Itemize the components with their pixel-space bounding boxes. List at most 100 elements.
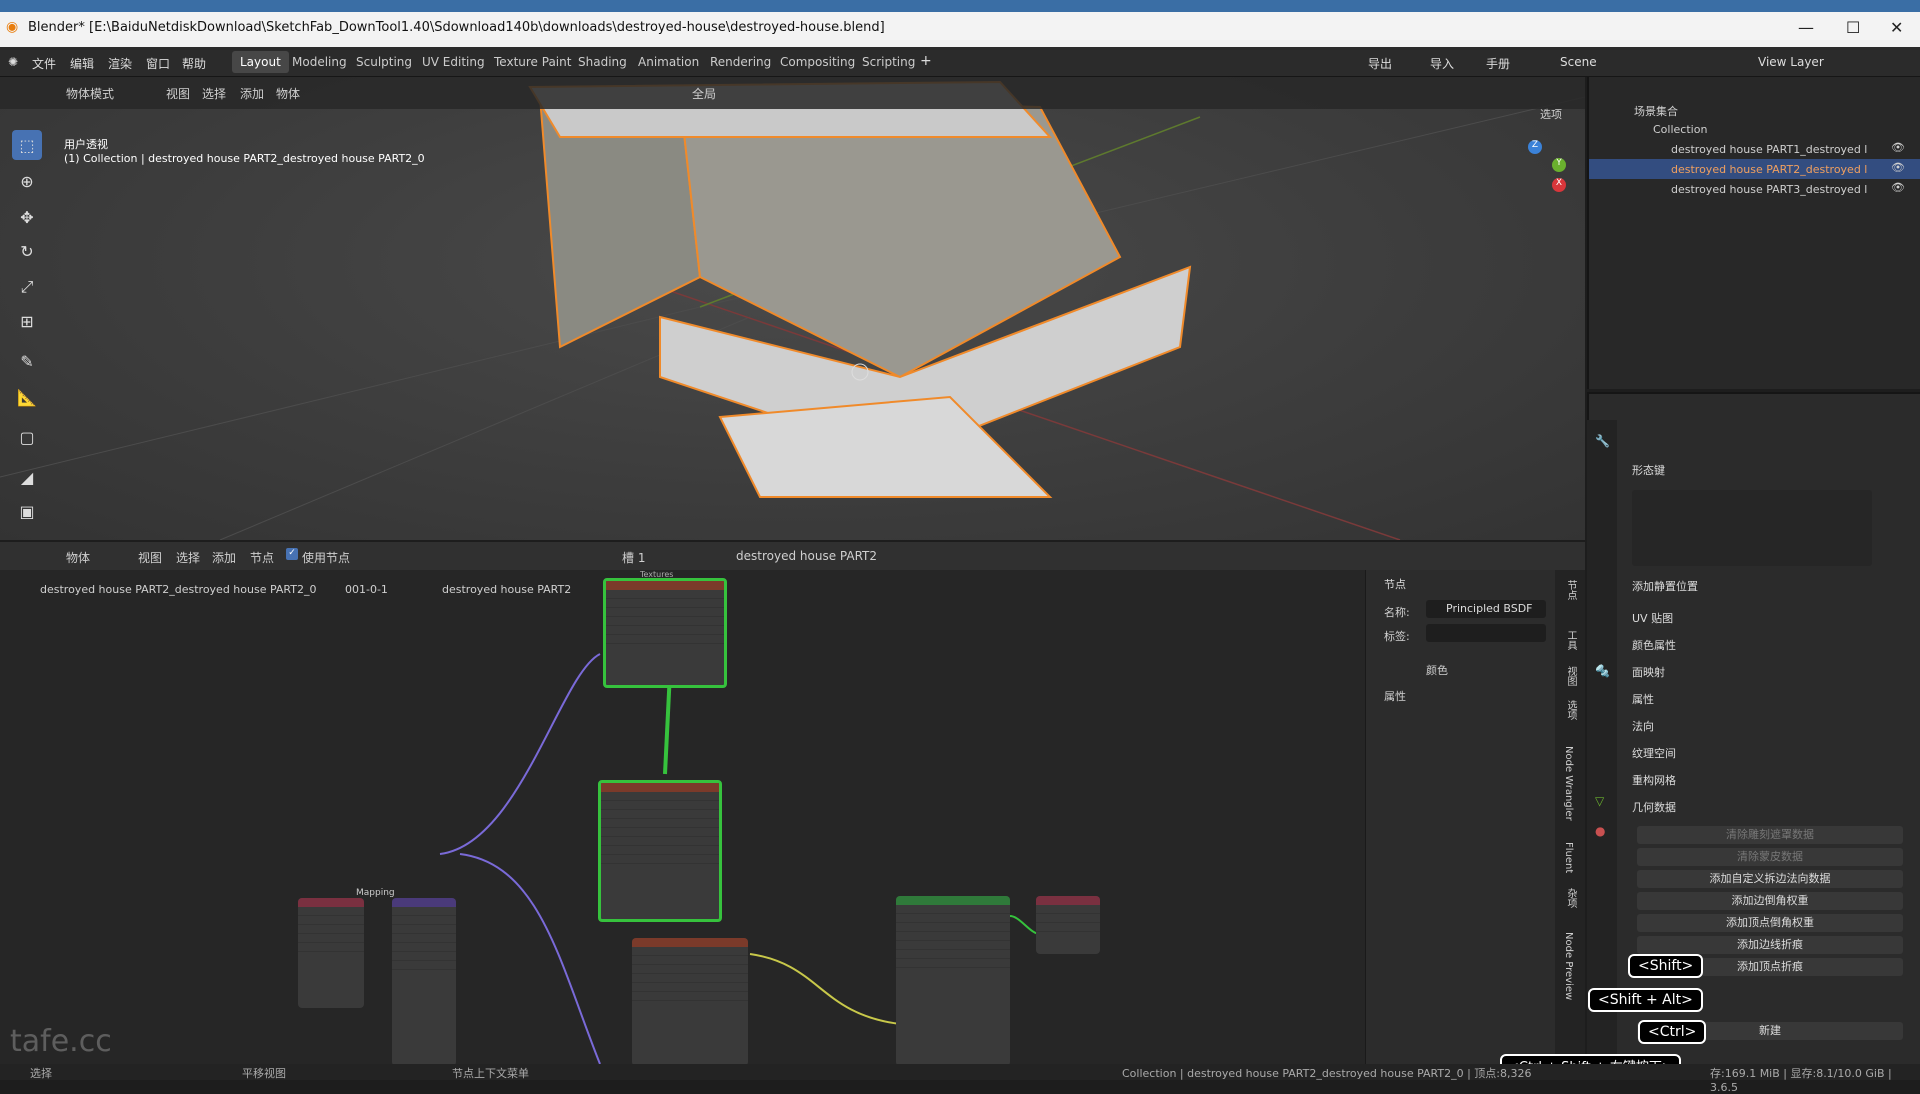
section-attributes[interactable]: 属性 (1632, 691, 1654, 707)
tab-misc[interactable]: 杂项 (1563, 888, 1578, 908)
axis-y-icon[interactable]: Y (1552, 158, 1566, 172)
import-button[interactable]: 导入 (1430, 55, 1454, 72)
add-edge-crease-button[interactable]: 添加边线折痕 (1637, 936, 1903, 954)
modifier-props-icon[interactable]: 🔩 (1595, 664, 1610, 678)
add-custom-split-normals-button[interactable]: 添加自定义拆边法向数据 (1637, 870, 1903, 888)
node-mode-selector[interactable]: 物体 (66, 549, 90, 566)
tool-props-icon[interactable]: 🔧 (1595, 434, 1610, 448)
outliner-object-part3[interactable]: destroyed house PART3_destroyed l (1671, 183, 1867, 196)
select-box-tool-icon[interactable]: ⬚ (12, 130, 42, 160)
outliner-object-part1[interactable]: destroyed house PART1_destroyed l (1671, 143, 1867, 156)
principled-bsdf-node[interactable] (896, 896, 1010, 1066)
blender-menu-icon[interactable]: ✺ (8, 55, 18, 69)
section-normals[interactable]: 法向 (1632, 718, 1654, 734)
mapping-node[interactable] (392, 898, 456, 1066)
add-rest-position-checkbox[interactable]: 添加静置位置 (1632, 578, 1698, 594)
material-props-icon[interactable]: ● (1595, 824, 1605, 838)
section-face-maps[interactable]: 面映射 (1632, 664, 1665, 680)
node-menu-view[interactable]: 视图 (138, 549, 162, 566)
rotate-tool-icon[interactable]: ↻ (12, 236, 42, 266)
tab-modeling[interactable]: Modeling (284, 51, 355, 73)
move-tool-icon[interactable]: ✥ (12, 202, 42, 232)
properties-section[interactable]: 属性 (1384, 688, 1406, 704)
view-layer-selector[interactable]: View Layer (1758, 55, 1824, 69)
viewport-options[interactable]: 选项 (1540, 106, 1562, 122)
texture-coordinate-node[interactable] (298, 898, 364, 1008)
visibility-eye-icon[interactable]: 👁 (1891, 181, 1905, 194)
tab-options[interactable]: 选项 (1563, 700, 1578, 720)
section-uv-maps[interactable]: UV 贴图 (1632, 610, 1673, 626)
manual-button[interactable]: 手册 (1486, 55, 1510, 72)
menu-render[interactable]: 渲染 (108, 55, 132, 72)
viewport-menu-select[interactable]: 选择 (202, 85, 226, 102)
outliner-scene-collection[interactable]: 场景集合 (1634, 103, 1678, 119)
breadcrumb-mesh[interactable]: 001-0-1 (345, 583, 388, 596)
viewport-menu-view[interactable]: 视图 (166, 85, 190, 102)
add-workspace-icon[interactable]: + (920, 53, 932, 69)
measure-tool-icon[interactable]: 📐 (12, 382, 42, 412)
use-nodes-checkbox[interactable]: ✓ (286, 548, 298, 560)
data-props-icon[interactable]: ▽ (1595, 794, 1604, 808)
mode-selector[interactable]: 物体模式 (66, 85, 114, 102)
menu-edit[interactable]: 编辑 (70, 55, 94, 72)
tab-shading[interactable]: Shading (570, 51, 635, 73)
section-remesh[interactable]: 重构网格 (1632, 772, 1676, 788)
node-name-field[interactable]: Principled BSDF (1426, 600, 1546, 618)
tab-scripting[interactable]: Scripting (854, 51, 923, 73)
tab-compositing[interactable]: Compositing (772, 51, 863, 73)
tab-uv-editing[interactable]: UV Editing (414, 51, 493, 73)
base-color-node[interactable] (598, 780, 722, 922)
scale-tool-icon[interactable]: ⤢ (12, 272, 42, 302)
navigation-gizmo[interactable]: Z Y X (1500, 138, 1570, 208)
roughness-node[interactable] (632, 938, 748, 1066)
node-menu-add[interactable]: 添加 (212, 549, 236, 566)
viewport-menu-add[interactable]: 添加 (240, 85, 264, 102)
tab-view[interactable]: 视图 (1563, 666, 1578, 686)
add-cube-tool-icon[interactable]: ▢ (12, 422, 42, 452)
scene-selector[interactable]: Scene (1560, 55, 1597, 69)
color-section[interactable]: 颜色 (1426, 662, 1448, 678)
visibility-eye-icon[interactable]: 👁 (1891, 141, 1905, 154)
axis-z-icon[interactable]: Z (1528, 140, 1542, 154)
section-color-attributes[interactable]: 颜色属性 (1632, 637, 1676, 653)
export-button[interactable]: 导出 (1368, 55, 1392, 72)
tab-sculpting[interactable]: Sculpting (348, 51, 420, 73)
tab-fluent[interactable]: Fluent (1563, 842, 1574, 873)
add-vertex-bevel-weight-button[interactable]: 添加顶点倒角权重 (1637, 914, 1903, 932)
menu-file[interactable]: 文件 (32, 55, 56, 72)
close-icon[interactable]: ✕ (1890, 18, 1903, 37)
minimize-icon[interactable]: — (1798, 18, 1814, 37)
breadcrumb-object[interactable]: destroyed house PART2_destroyed house PA… (40, 583, 317, 596)
add-edge-bevel-weight-button[interactable]: 添加边倒角权重 (1637, 892, 1903, 910)
shape-keys-section[interactable]: 形态键 (1632, 462, 1665, 478)
maximize-icon[interactable]: ☐ (1846, 18, 1860, 37)
tab-rendering[interactable]: Rendering (702, 51, 779, 73)
outliner-collection[interactable]: Collection (1653, 123, 1707, 136)
3d-viewport[interactable] (0, 77, 1585, 540)
node-menu-node[interactable]: 节点 (250, 549, 274, 566)
tab-texture-paint[interactable]: Texture Paint (486, 51, 579, 73)
tab-node[interactable]: 节点 (1563, 580, 1578, 600)
section-geometry-data[interactable]: 几何数据 (1632, 799, 1676, 815)
visibility-eye-icon[interactable]: 👁 (1891, 161, 1905, 174)
shape-keys-list[interactable] (1632, 490, 1872, 566)
viewport-menu-object[interactable]: 物体 (276, 85, 300, 102)
shear-tool-icon[interactable]: ◢ (12, 462, 42, 492)
transform-tool-icon[interactable]: ⊞ (12, 306, 42, 336)
outliner-object-part2[interactable]: destroyed house PART2_destroyed l (1671, 163, 1867, 176)
slot-selector[interactable]: 槽 1 (622, 549, 645, 566)
tab-tool[interactable]: 工具 (1563, 630, 1578, 650)
node-menu-select[interactable]: 选择 (176, 549, 200, 566)
menu-help[interactable]: 帮助 (182, 55, 206, 72)
tab-node-preview[interactable]: Node Preview (1563, 932, 1574, 1000)
breadcrumb-material[interactable]: destroyed house PART2 (442, 583, 571, 596)
menu-window[interactable]: 窗口 (146, 55, 170, 72)
axis-x-icon[interactable]: X (1552, 178, 1566, 192)
node-panel-header[interactable]: 节点 (1384, 576, 1406, 592)
material-output-node[interactable] (1036, 896, 1100, 954)
annotate-tool-icon[interactable]: ✎ (12, 346, 42, 376)
node-editor[interactable]: Textures Mapping tafe.cc (0, 542, 1365, 1066)
tab-node-wrangler[interactable]: Node Wrangler (1563, 746, 1574, 821)
tab-layout[interactable]: Layout (232, 51, 289, 73)
material-selector[interactable]: destroyed house PART2 (736, 549, 877, 563)
